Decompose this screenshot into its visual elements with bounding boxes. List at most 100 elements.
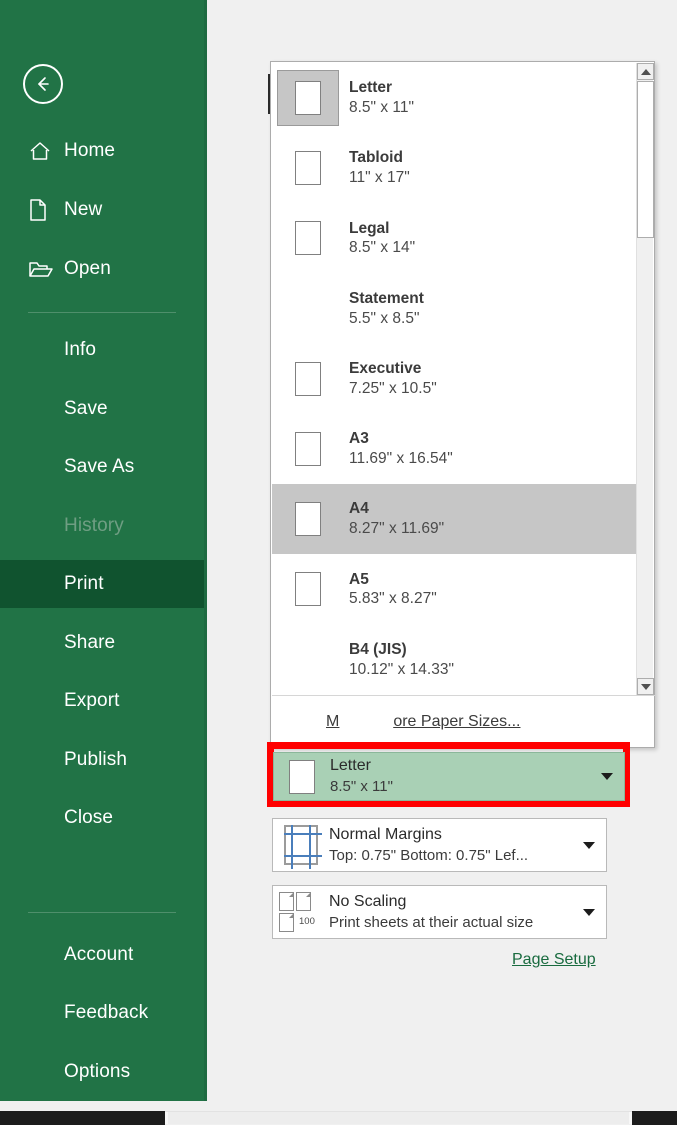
setting-subtitle: Top: 0.75" Bottom: 0.75" Lef... bbox=[329, 846, 529, 864]
scaling-setting-button[interactable]: 100 No Scaling Print sheets at their act… bbox=[272, 885, 607, 939]
sidebar-item-info[interactable]: Info bbox=[0, 326, 204, 374]
paper-option-name: Tabloid bbox=[349, 149, 403, 167]
setting-subtitle: Print sheets at their actual size bbox=[329, 913, 534, 931]
list-item[interactable]: Tabloid 11" x 17" bbox=[272, 133, 638, 203]
sidebar-item-label: Share bbox=[64, 632, 116, 653]
paper-option-dimensions: 11.69" x 16.54" bbox=[349, 450, 453, 468]
paper-option-name: Legal bbox=[349, 219, 390, 237]
setting-title: No Scaling bbox=[329, 892, 407, 910]
accel-key: M bbox=[326, 713, 340, 730]
paper-sheet-icon bbox=[277, 561, 339, 617]
paper-sheet-icon-placeholder bbox=[277, 632, 339, 688]
sidebar-item-label: Info bbox=[64, 339, 97, 360]
scroll-down-button[interactable] bbox=[637, 678, 654, 695]
paper-option-name: Letter bbox=[349, 79, 393, 97]
list-item[interactable]: B4 (JIS) 10.12" x 14.33" bbox=[272, 625, 638, 695]
paper-sheet-icon bbox=[277, 491, 339, 547]
setting-title: Normal Margins bbox=[329, 825, 442, 843]
more-paper-sizes-rest: ore Paper Sizes... bbox=[393, 713, 521, 730]
sidebar-item-label: Publish bbox=[64, 749, 128, 770]
sidebar-item-feedback[interactable]: Feedback bbox=[0, 989, 204, 1037]
paper-option-dimensions: 10.12" x 14.33" bbox=[349, 660, 454, 678]
new-file-icon bbox=[28, 198, 58, 222]
paper-sheet-icon bbox=[277, 70, 339, 127]
paper-option-dimensions: 11" x 17" bbox=[349, 169, 410, 187]
sidebar-item-new[interactable]: New bbox=[0, 186, 204, 234]
sidebar-item-history: History bbox=[0, 502, 204, 550]
more-paper-sizes-label: More Paper Sizes... bbox=[326, 713, 521, 731]
paper-sheet-icon bbox=[277, 210, 339, 266]
sidebar-item-options[interactable]: Options bbox=[0, 1048, 204, 1096]
scaling-icon: 100 bbox=[273, 892, 329, 932]
paper-size-dropdown-popup: Letter 8.5" x 11" Tabloid 11" x 17" Lega… bbox=[270, 61, 655, 748]
list-item[interactable]: Letter 8.5" x 11" bbox=[272, 63, 638, 133]
sidebar-item-label: Home bbox=[64, 140, 116, 161]
paper-size-list[interactable]: Letter 8.5" x 11" Tabloid 11" x 17" Lega… bbox=[272, 63, 638, 695]
paper-option-dimensions: 8.5" x 14" bbox=[349, 239, 416, 257]
list-item[interactable]: A5 5.83" x 8.27" bbox=[272, 554, 638, 624]
sidebar-item-save-as[interactable]: Save As bbox=[0, 443, 204, 491]
sidebar-item-export[interactable]: Export bbox=[0, 677, 204, 725]
chevron-down-icon[interactable] bbox=[590, 773, 624, 780]
sidebar-item-close[interactable]: Close bbox=[0, 794, 204, 842]
paper-option-name: Executive bbox=[349, 360, 422, 378]
sidebar-divider-top bbox=[28, 312, 176, 313]
sidebar-item-share[interactable]: Share bbox=[0, 619, 204, 667]
paper-option-name: B4 (JIS) bbox=[349, 640, 407, 658]
paper-option-dimensions: 5.5" x 8.5" bbox=[349, 309, 420, 327]
app-window: Home New Open Info Save Save As History bbox=[0, 0, 677, 1125]
setting-subtitle: 8.5" x 11" bbox=[330, 778, 393, 796]
chevron-down-icon[interactable] bbox=[572, 908, 606, 916]
back-arrow-icon[interactable] bbox=[23, 64, 63, 104]
more-paper-sizes-button[interactable]: More Paper Sizes... bbox=[272, 696, 638, 748]
dropdown-scrollbar[interactable] bbox=[636, 63, 654, 695]
paper-option-name: A3 bbox=[349, 430, 369, 448]
paper-sheet-icon bbox=[277, 140, 339, 196]
sidebar-item-publish[interactable]: Publish bbox=[0, 736, 204, 784]
list-item[interactable]: Legal 8.5" x 14" bbox=[272, 203, 638, 273]
paper-option-dimensions: 7.25" x 10.5" bbox=[349, 379, 437, 397]
scale-value: 100 bbox=[299, 916, 315, 927]
page-setup-link[interactable]: Page Setup bbox=[512, 951, 596, 969]
margins-setting-button[interactable]: Normal Margins Top: 0.75" Bottom: 0.75" … bbox=[272, 818, 607, 872]
open-folder-icon bbox=[28, 258, 58, 280]
sidebar-item-label: Export bbox=[64, 690, 120, 711]
scroll-up-button[interactable] bbox=[637, 63, 654, 80]
scrollbar-left-cap bbox=[0, 1111, 165, 1125]
paper-option-name: A5 bbox=[349, 570, 369, 588]
list-item[interactable]: Executive 7.25" x 10.5" bbox=[272, 344, 638, 414]
paper-option-dimensions: 8.27" x 11.69" bbox=[349, 520, 445, 538]
sidebar-item-label: Account bbox=[64, 944, 134, 965]
sidebar-item-label: Open bbox=[64, 258, 111, 279]
scrollbar-thumb[interactable] bbox=[168, 1112, 629, 1124]
paper-option-dimensions: 8.5" x 11" bbox=[349, 99, 415, 117]
scrollbar-thumb[interactable] bbox=[637, 81, 654, 238]
scrollbar-right-cap bbox=[632, 1111, 677, 1125]
sidebar-divider-bottom bbox=[28, 912, 176, 913]
chevron-down-icon[interactable] bbox=[572, 841, 606, 849]
sidebar-item-save[interactable]: Save bbox=[0, 385, 204, 433]
setting-title: Letter bbox=[330, 757, 371, 775]
list-item[interactable]: A4 8.27" x 11.69" bbox=[272, 484, 638, 555]
sidebar-item-label: Save bbox=[64, 398, 108, 419]
chevron-up-icon bbox=[640, 68, 651, 75]
sidebar-item-label: History bbox=[64, 515, 124, 536]
sidebar-item-label: Print bbox=[64, 573, 104, 594]
sidebar-item-home[interactable]: Home bbox=[0, 127, 204, 175]
horizontal-scrollbar[interactable] bbox=[0, 1101, 677, 1125]
sidebar-item-account[interactable]: Account bbox=[0, 931, 204, 979]
sidebar-item-open[interactable]: Open bbox=[0, 245, 204, 293]
sidebar-item-label: Feedback bbox=[64, 1002, 149, 1023]
paper-sheet-icon-placeholder bbox=[277, 281, 339, 337]
list-item[interactable]: A3 11.69" x 16.54" bbox=[272, 414, 638, 484]
list-item[interactable]: Statement 5.5" x 8.5" bbox=[272, 274, 638, 344]
paper-sheet-icon bbox=[277, 421, 339, 477]
paper-option-dimensions: 5.83" x 8.27" bbox=[349, 590, 437, 608]
paper-option-name: Statement bbox=[349, 289, 424, 307]
sidebar-item-print[interactable]: Print bbox=[0, 560, 204, 608]
chevron-down-icon bbox=[640, 683, 651, 690]
home-icon bbox=[28, 140, 58, 162]
paper-option-name: A4 bbox=[349, 500, 369, 518]
sidebar-item-label: Close bbox=[64, 807, 114, 828]
paper-size-setting-button[interactable]: Letter 8.5" x 11" bbox=[273, 752, 625, 801]
